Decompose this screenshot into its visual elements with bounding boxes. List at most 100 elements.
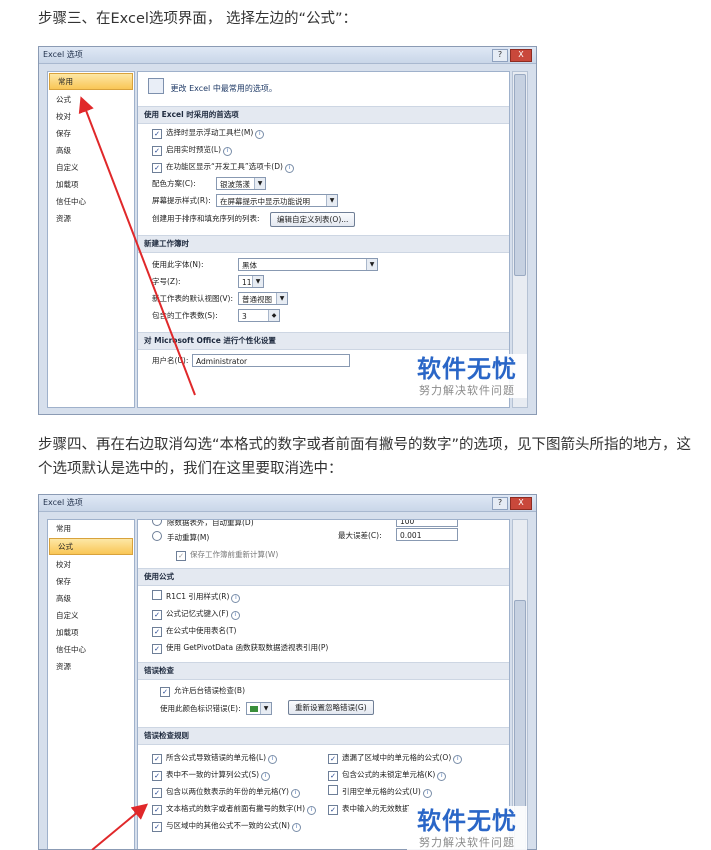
custom-list-row: 创建用于排序和填充序列的列表: 编辑自定义列表(O)... bbox=[138, 209, 509, 229]
option-formula-autocomplete[interactable]: ✓ 公式记忆式键入(F) i bbox=[138, 605, 509, 622]
step4-text: 步骤四、再在右边取消勾选“本格式的数字或者前面有撇号的数字”的选项，见下图箭头所… bbox=[38, 437, 692, 477]
font-size-label: 字号(Z): bbox=[152, 277, 181, 286]
info-icon: i bbox=[291, 823, 301, 832]
checkbox-icon[interactable]: ✓ bbox=[176, 551, 186, 561]
nav-item-general[interactable]: 常用 bbox=[48, 520, 134, 537]
checkbox-icon[interactable]: ✓ bbox=[152, 627, 162, 637]
checkbox-icon[interactable]: ✓ bbox=[152, 788, 162, 798]
radio-icon[interactable] bbox=[152, 531, 162, 541]
checkbox-icon[interactable]: ✓ bbox=[152, 146, 162, 156]
rule-numbers-as-text[interactable]: ✓ 文本格式的数字或者前面有撇号的数字(H) i bbox=[138, 800, 318, 817]
option-label: R1C1 引用样式(R) bbox=[166, 592, 230, 601]
option-label: 使用 GetPivotData 函数获取数据透视表引用(P) bbox=[166, 643, 329, 652]
nav-item-general[interactable]: 常用 bbox=[49, 73, 133, 90]
watermark-1: 软件无忧 努力解决软件问题 bbox=[407, 354, 527, 398]
nav-item-customize[interactable]: 自定义 bbox=[48, 159, 134, 176]
nav-item-customize[interactable]: 自定义 bbox=[48, 607, 134, 624]
option-mini-toolbar[interactable]: ✓ 选择时显示浮动工具栏(M) i bbox=[138, 124, 509, 141]
rule-omitted-cells[interactable]: ✓ 遗漏了区域中的单元格的公式(O) i bbox=[314, 749, 494, 766]
checkbox-icon[interactable]: ✓ bbox=[152, 129, 162, 139]
error-color-picker[interactable]: ▼ bbox=[246, 702, 272, 715]
rule-error-cells[interactable]: ✓ 所含公式导致错误的单元格(L) i bbox=[138, 749, 318, 766]
nav-item-formulas[interactable]: 公式 bbox=[49, 538, 133, 555]
screentip-row: 屏幕提示样式(R): 在屏幕提示中显示功能说明 ▼ bbox=[138, 192, 509, 209]
checkbox-icon[interactable]: ✓ bbox=[152, 163, 162, 173]
nav-item-save[interactable]: 保存 bbox=[48, 125, 134, 142]
option-background-check[interactable]: ✓ 允许后台错误检查(B) bbox=[138, 682, 509, 699]
option-developer-tab[interactable]: ✓ 在功能区显示“开发工具”选项卡(D) i bbox=[138, 158, 509, 175]
section-error-checking: 错误检查 bbox=[138, 662, 509, 680]
option-label: 遗漏了区域中的单元格的公式(O) bbox=[342, 753, 452, 762]
pane-scrollbar[interactable] bbox=[512, 519, 528, 849]
help-button[interactable]: ? bbox=[492, 49, 508, 62]
edit-custom-lists-button[interactable]: 编辑自定义列表(O)... bbox=[270, 212, 356, 227]
rule-empty-cells[interactable]: 引用空单元格的公式(U) i bbox=[314, 783, 494, 800]
color-scheme-select[interactable]: 银波荡漾 ▼ bbox=[216, 177, 266, 190]
nav-item-resources[interactable]: 资源 bbox=[48, 210, 134, 227]
info-icon: i bbox=[255, 130, 265, 139]
nav-item-proofing[interactable]: 校对 bbox=[48, 108, 134, 125]
max-iterations-input[interactable]: 100 bbox=[396, 520, 458, 527]
nav-item-advanced[interactable]: 高级 bbox=[48, 142, 134, 159]
checkbox-icon[interactable]: ✓ bbox=[152, 754, 162, 764]
section-formulas: 使用公式 bbox=[138, 568, 509, 586]
help-button[interactable]: ? bbox=[492, 497, 508, 510]
nav-item-proofing[interactable]: 校对 bbox=[48, 556, 134, 573]
checkbox-icon[interactable]: ✓ bbox=[152, 822, 162, 832]
sheet-count-stepper[interactable]: 3 ◆ bbox=[238, 309, 280, 322]
checkbox-icon[interactable]: ✓ bbox=[152, 805, 162, 815]
calc-save-row[interactable]: ✓ 保存工作簿前重新计算(W) bbox=[138, 546, 509, 563]
nav-item-formulas[interactable]: 公式 bbox=[48, 91, 134, 108]
nav-item-addins[interactable]: 加载项 bbox=[48, 624, 134, 641]
username-input[interactable]: Administrator bbox=[192, 354, 350, 367]
error-color-label: 使用此颜色标识错误(E): bbox=[160, 704, 241, 713]
checkbox-icon[interactable]: ✓ bbox=[328, 771, 338, 781]
option-r1c1[interactable]: R1C1 引用样式(R) i bbox=[138, 588, 509, 605]
calc-manual-row[interactable]: 手动重算(M) 最大误差(C): 0.001 bbox=[138, 528, 509, 546]
checkbox-icon[interactable]: ✓ bbox=[152, 644, 162, 654]
option-label: 允许后台错误检查(B) bbox=[174, 686, 245, 695]
option-label: 表中输入的无效数据 bbox=[342, 804, 410, 813]
option-label: 除数据表外，自动重算(D) bbox=[167, 519, 254, 527]
option-table-names[interactable]: ✓ 在公式中使用表名(T) bbox=[138, 622, 509, 639]
pane-header: 更改 Excel 中最常用的选项。 bbox=[138, 72, 509, 106]
checkbox-icon[interactable] bbox=[328, 785, 338, 795]
rule-unlocked-formulas[interactable]: ✓ 包含公式的未锁定单元格(K) i bbox=[314, 766, 494, 783]
max-change-input[interactable]: 0.001 bbox=[396, 528, 458, 541]
close-button[interactable]: X bbox=[510, 49, 532, 62]
rule-inconsistent-column[interactable]: ✓ 表中不一致的计算列公式(S) i bbox=[138, 766, 318, 783]
close-button[interactable]: X bbox=[510, 497, 532, 510]
info-icon: i bbox=[230, 611, 240, 620]
nav-item-resources[interactable]: 资源 bbox=[48, 658, 134, 675]
font-size-select[interactable]: 11 ▼ bbox=[238, 275, 264, 288]
scrollbar-thumb[interactable] bbox=[514, 74, 526, 276]
info-icon: i bbox=[437, 772, 447, 781]
nav-item-trust-center[interactable]: 信任中心 bbox=[48, 193, 134, 210]
nav-item-trust-center[interactable]: 信任中心 bbox=[48, 641, 134, 658]
option-getpivotdata[interactable]: ✓ 使用 GetPivotData 函数获取数据透视表引用(P) bbox=[138, 639, 509, 656]
excel-options-screenshot-2: Excel 选项 ? X 常用 公式 校对 保存 高级 自定义 加载项 信任中心… bbox=[38, 494, 537, 850]
info-icon: i bbox=[231, 594, 241, 603]
checkbox-icon[interactable]: ✓ bbox=[152, 771, 162, 781]
checkbox-icon[interactable] bbox=[152, 590, 162, 600]
font-select[interactable]: 黑体 ▼ bbox=[238, 258, 378, 271]
radio-icon[interactable] bbox=[152, 520, 162, 526]
font-row: 使用此字体(N): 黑体 ▼ bbox=[138, 256, 509, 273]
default-view-select[interactable]: 普通视图 ▼ bbox=[238, 292, 288, 305]
checkbox-icon[interactable]: ✓ bbox=[152, 610, 162, 620]
checkbox-icon[interactable]: ✓ bbox=[328, 805, 338, 815]
screentip-select[interactable]: 在屏幕提示中显示功能说明 ▼ bbox=[216, 194, 338, 207]
nav-item-addins[interactable]: 加载项 bbox=[48, 176, 134, 193]
option-live-preview[interactable]: ✓ 启用实时预览(L) i bbox=[138, 141, 509, 158]
checkbox-icon[interactable]: ✓ bbox=[160, 687, 170, 697]
spinner-icon[interactable]: ◆ bbox=[268, 310, 279, 321]
nav-item-save[interactable]: 保存 bbox=[48, 573, 134, 590]
rule-inconsistent-formula[interactable]: ✓ 与区域中的其他公式不一致的公式(N) i bbox=[138, 817, 318, 834]
option-label: 与区域中的其他公式不一致的公式(N) bbox=[166, 821, 290, 830]
rule-two-digit-year[interactable]: ✓ 包含以两位数表示的年份的单元格(Y) i bbox=[138, 783, 318, 800]
reset-ignored-errors-button[interactable]: 重新设置忽略错误(G) bbox=[288, 700, 374, 715]
info-icon: i bbox=[261, 772, 271, 781]
default-view-label: 新工作表的默认视图(V): bbox=[152, 294, 234, 303]
checkbox-icon[interactable]: ✓ bbox=[328, 754, 338, 764]
nav-item-advanced[interactable]: 高级 bbox=[48, 590, 134, 607]
